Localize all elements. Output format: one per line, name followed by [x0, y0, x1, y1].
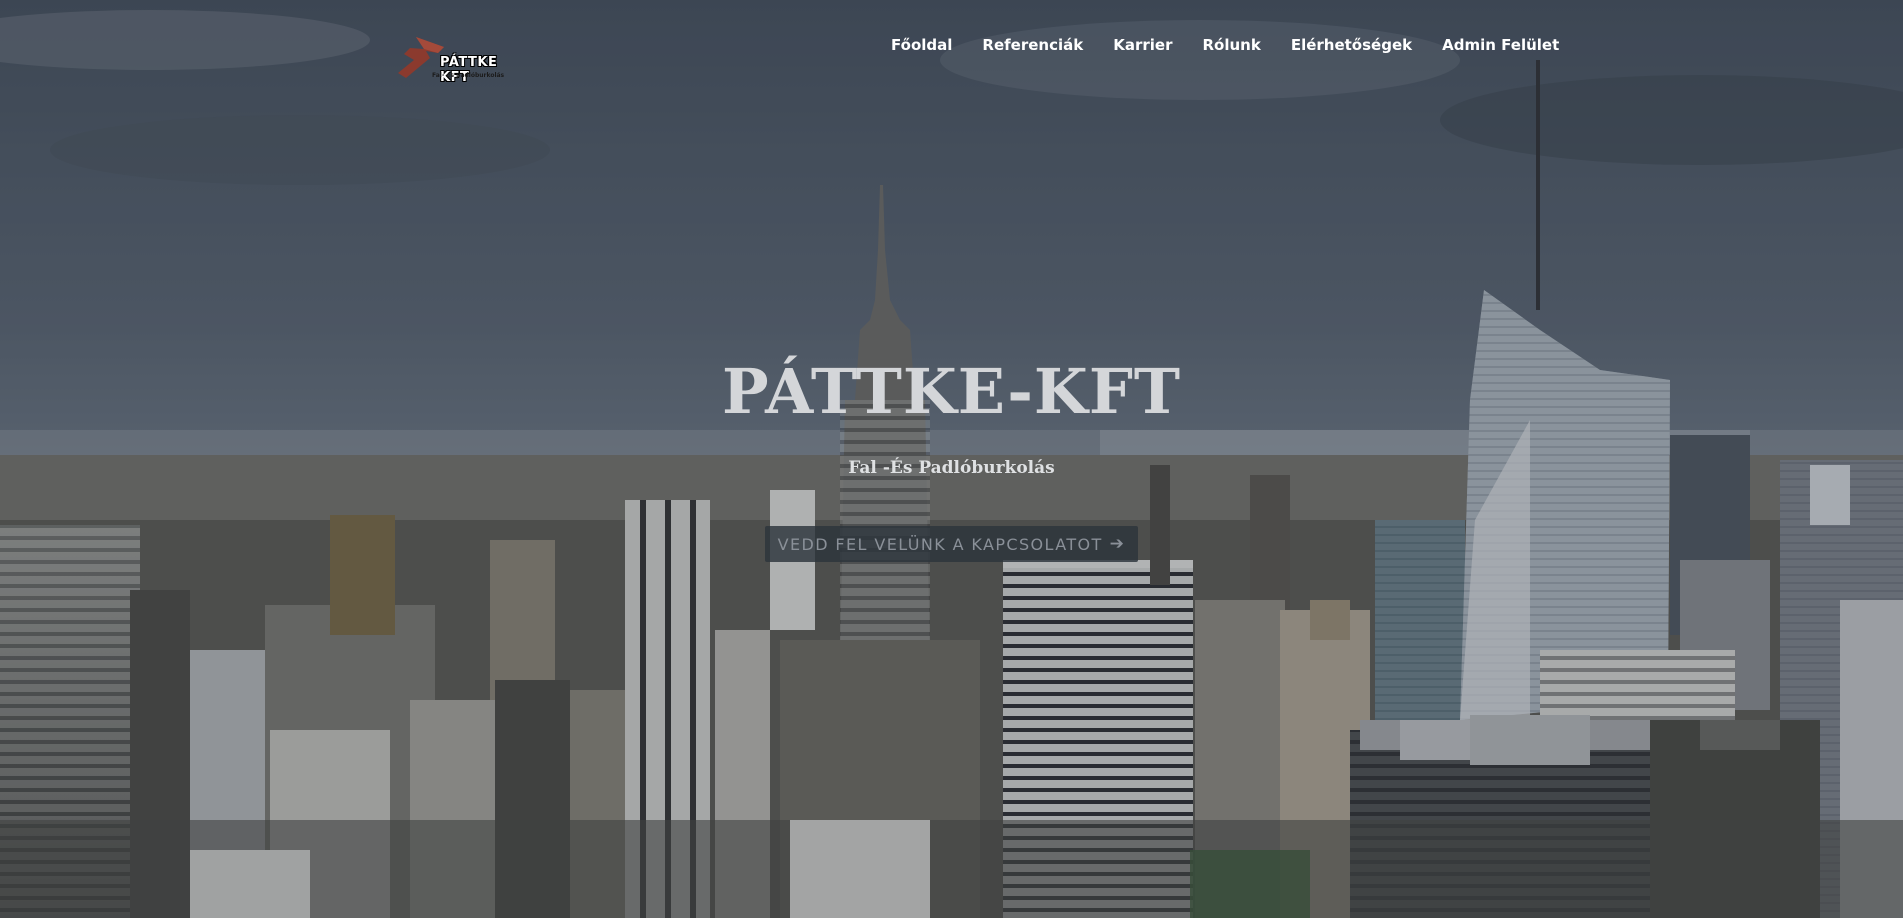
hero-title: PÁTTKE-KFT: [722, 355, 1181, 428]
main-nav: Főoldal Referenciák Karrier Rólunk Elérh…: [876, 36, 1574, 54]
nav-link-elerhetosegek[interactable]: Elérhetőségek: [1276, 36, 1427, 54]
nav-link-karrier[interactable]: Karrier: [1098, 36, 1187, 54]
contact-cta-button[interactable]: VEDD FEL VELÜNK A KAPCSOLATOT ➔: [764, 526, 1139, 562]
brand-tagline: Fal- és padlóburkolás: [432, 72, 505, 79]
hero-content: PÁTTKE-KFT Fal -És Padlóburkolás VEDD FE…: [0, 350, 1903, 562]
hero-subtitle: Fal -És Padlóburkolás: [848, 458, 1055, 478]
nav-link-rolunk[interactable]: Rólunk: [1187, 36, 1275, 54]
cta-label: VEDD FEL VELÜNK A KAPCSOLATOT: [777, 534, 1103, 554]
nav-link-referenciak[interactable]: Referenciák: [967, 36, 1098, 54]
arrow-right-icon: ➔: [1109, 534, 1126, 554]
hero-section: PÁTTKE KFT Fal- és padlóburkolás Főoldal…: [0, 0, 1903, 918]
brand-logo[interactable]: PÁTTKE KFT Fal- és padlóburkolás: [396, 34, 526, 85]
brand-name: PÁTTKE KFT: [440, 55, 498, 85]
navbar: PÁTTKE KFT Fal- és padlóburkolás Főoldal…: [0, 0, 1903, 95]
nav-link-admin[interactable]: Admin Felület: [1427, 36, 1574, 54]
nav-link-fooldal[interactable]: Főoldal: [876, 36, 967, 54]
